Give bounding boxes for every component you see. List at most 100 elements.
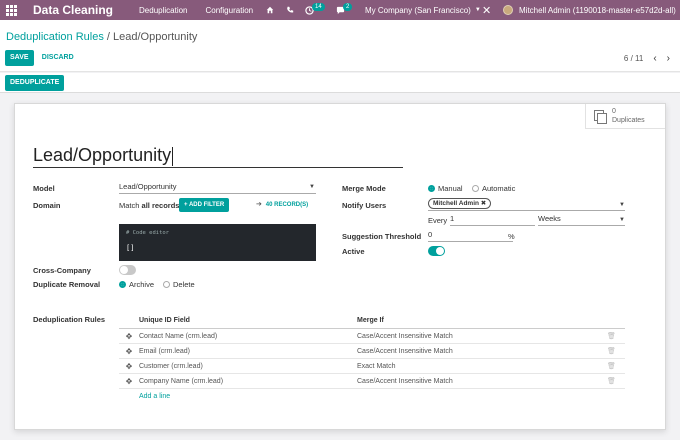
cross-company-toggle[interactable] (119, 265, 136, 275)
apps-grid-icon[interactable] (6, 4, 18, 16)
control-panel: Deduplication Rules / Lead/Opportunity S… (0, 20, 680, 72)
menu-configuration[interactable]: Configuration (206, 6, 254, 15)
domain-summary: Match all records (119, 201, 179, 210)
table-row[interactable]: ✥ Contact Name (crm.lead) Case/Accent In… (119, 329, 625, 344)
threshold-value: 0 (428, 230, 433, 239)
user-tag: Mitchell Admin ✖ (428, 198, 492, 209)
model-label: Model (33, 184, 55, 193)
records-link[interactable]: ➔ 40 RECORD(S) (256, 200, 308, 208)
duplicates-count: 0 (612, 108, 616, 115)
add-line-link[interactable]: Add a line (119, 389, 625, 404)
every-label: Every (428, 216, 448, 225)
merge-option-automatic[interactable]: Automatic (472, 184, 515, 193)
breadcrumb-separator: / (106, 31, 110, 43)
record-name: Lead/Opportunity (33, 145, 172, 165)
user-menu[interactable]: Mitchell Admin (1190018-master-e57d2d-al… (503, 0, 676, 20)
row-field: Contact Name (crm.lead) (139, 332, 218, 340)
row-merge: Case/Accent Insensitive Match (357, 377, 453, 385)
pager-previous-icon[interactable]: ‹ (653, 53, 656, 64)
add-filter-button[interactable]: + ADD FILTER (179, 198, 230, 212)
messages-count-badge: 2 (343, 3, 353, 11)
tag-remove-icon[interactable]: ✖ (481, 200, 486, 207)
arrow-right-icon: ➔ (256, 201, 262, 208)
home-icon[interactable] (266, 0, 274, 20)
trash-icon[interactable]: 🗑 (607, 332, 625, 340)
row-merge: Case/Accent Insensitive Match (357, 347, 453, 355)
chat-icon[interactable]: 2 (336, 0, 353, 20)
row-field: Email (crm.lead) (139, 347, 190, 355)
duplicate-removal-label: Duplicate Removal (33, 280, 101, 289)
row-merge: Case/Accent Insensitive Match (357, 332, 453, 340)
row-merge: Exact Match (357, 362, 396, 370)
drag-handle-icon[interactable]: ✥ (119, 347, 139, 356)
breadcrumb-parent[interactable]: Deduplication Rules (6, 31, 104, 43)
company-switcher[interactable]: My Company (San Francisco) ▼ (365, 0, 481, 20)
threshold-input[interactable]: 0 (428, 230, 513, 242)
trash-icon[interactable]: 🗑 (607, 347, 625, 355)
every-value: 1 (450, 214, 455, 223)
table-row[interactable]: ✥ Company Name (crm.lead) Case/Accent In… (119, 374, 625, 389)
domain-prefix: Match (119, 201, 140, 210)
cross-company-label: Cross-Company (33, 266, 91, 275)
form-statusbar: DEDUPLICATE (0, 73, 680, 93)
drag-handle-icon[interactable]: ✥ (119, 332, 139, 341)
add-filter-label: ADD FILTER (188, 202, 225, 208)
model-caret-icon: ▼ (309, 184, 315, 190)
trash-icon[interactable]: 🗑 (607, 362, 625, 370)
drag-handle-icon[interactable]: ✥ (119, 362, 139, 371)
code-editor-hint: # Code editor (126, 230, 170, 236)
code-editor[interactable]: # Code editor [] (119, 224, 316, 261)
table-row[interactable]: ✥ Email (crm.lead) Case/Accent Insensiti… (119, 344, 625, 359)
menu-deduplication[interactable]: Deduplication (139, 6, 187, 15)
breadcrumb: Deduplication Rules / Lead/Opportunity (6, 31, 197, 43)
notify-users-label: Notify Users (342, 201, 387, 210)
record-name-input[interactable]: Lead/Opportunity (33, 142, 403, 168)
trash-icon[interactable]: 🗑 (607, 377, 625, 385)
duplicates-smart-button[interactable]: 0 Duplicates (585, 104, 665, 129)
deduplicate-button[interactable]: DEDUPLICATE (5, 75, 65, 91)
removal-archive-label: Archive (129, 280, 155, 289)
notify-caret-icon: ▼ (619, 202, 625, 208)
suggestion-threshold-label: Suggestion Threshold (342, 232, 422, 241)
merge-option-manual[interactable]: Manual (428, 184, 463, 193)
text-cursor (172, 146, 174, 166)
every-unit-select[interactable]: Weeks (538, 214, 625, 226)
merge-automatic-label: Automatic (482, 184, 516, 193)
app-brand[interactable]: Data Cleaning (33, 3, 113, 17)
tools-icon[interactable]: ✕ (482, 0, 491, 20)
user-name: Mitchell Admin (1190018-master-e57d2d-al… (519, 5, 676, 15)
active-toggle[interactable] (428, 246, 445, 256)
discard-button[interactable]: DISCARD (42, 54, 74, 61)
col-unique-id-field[interactable]: Unique ID Field (139, 317, 357, 324)
removal-option-delete[interactable]: Delete (163, 280, 195, 289)
save-button[interactable]: SAVE (5, 50, 34, 66)
activity-clock-icon[interactable]: 14 (305, 0, 325, 20)
notify-users-field[interactable]: Mitchell Admin ✖ (428, 198, 625, 211)
user-tag-label: Mitchell Admin (433, 200, 479, 207)
phone-icon[interactable] (286, 0, 294, 20)
radio-checked-icon (428, 185, 435, 192)
threshold-unit: % (508, 232, 515, 241)
model-select[interactable]: Lead/Opportunity (119, 182, 316, 194)
model-value: Lead/Opportunity (119, 182, 177, 191)
toggle-knob (120, 266, 128, 274)
merge-mode-label: Merge Mode (342, 184, 386, 193)
pager: 6 / 11 ‹ › (624, 53, 670, 64)
pager-value[interactable]: 6 / 11 (624, 54, 643, 63)
domain-label: Domain (33, 201, 61, 210)
radio-checked-icon (119, 281, 126, 288)
unit-caret-icon: ▼ (619, 217, 625, 223)
removal-delete-label: Delete (173, 280, 195, 289)
removal-option-archive[interactable]: Archive (119, 280, 154, 289)
table-row[interactable]: ✥ Customer (crm.lead) Exact Match 🗑 (119, 359, 625, 374)
records-count: 40 RECORD(S) (265, 202, 309, 208)
active-label: Active (342, 247, 365, 256)
pager-next-icon[interactable]: › (667, 53, 670, 64)
radio-unchecked-icon (163, 281, 170, 288)
code-editor-content: [] (126, 244, 135, 252)
drag-handle-icon[interactable]: ✥ (119, 377, 139, 386)
col-merge-if[interactable]: Merge If (357, 317, 607, 324)
every-input[interactable]: 1 (450, 214, 535, 226)
merge-manual-label: Manual (438, 184, 463, 193)
deduplication-rules-label: Deduplication Rules (33, 315, 106, 324)
